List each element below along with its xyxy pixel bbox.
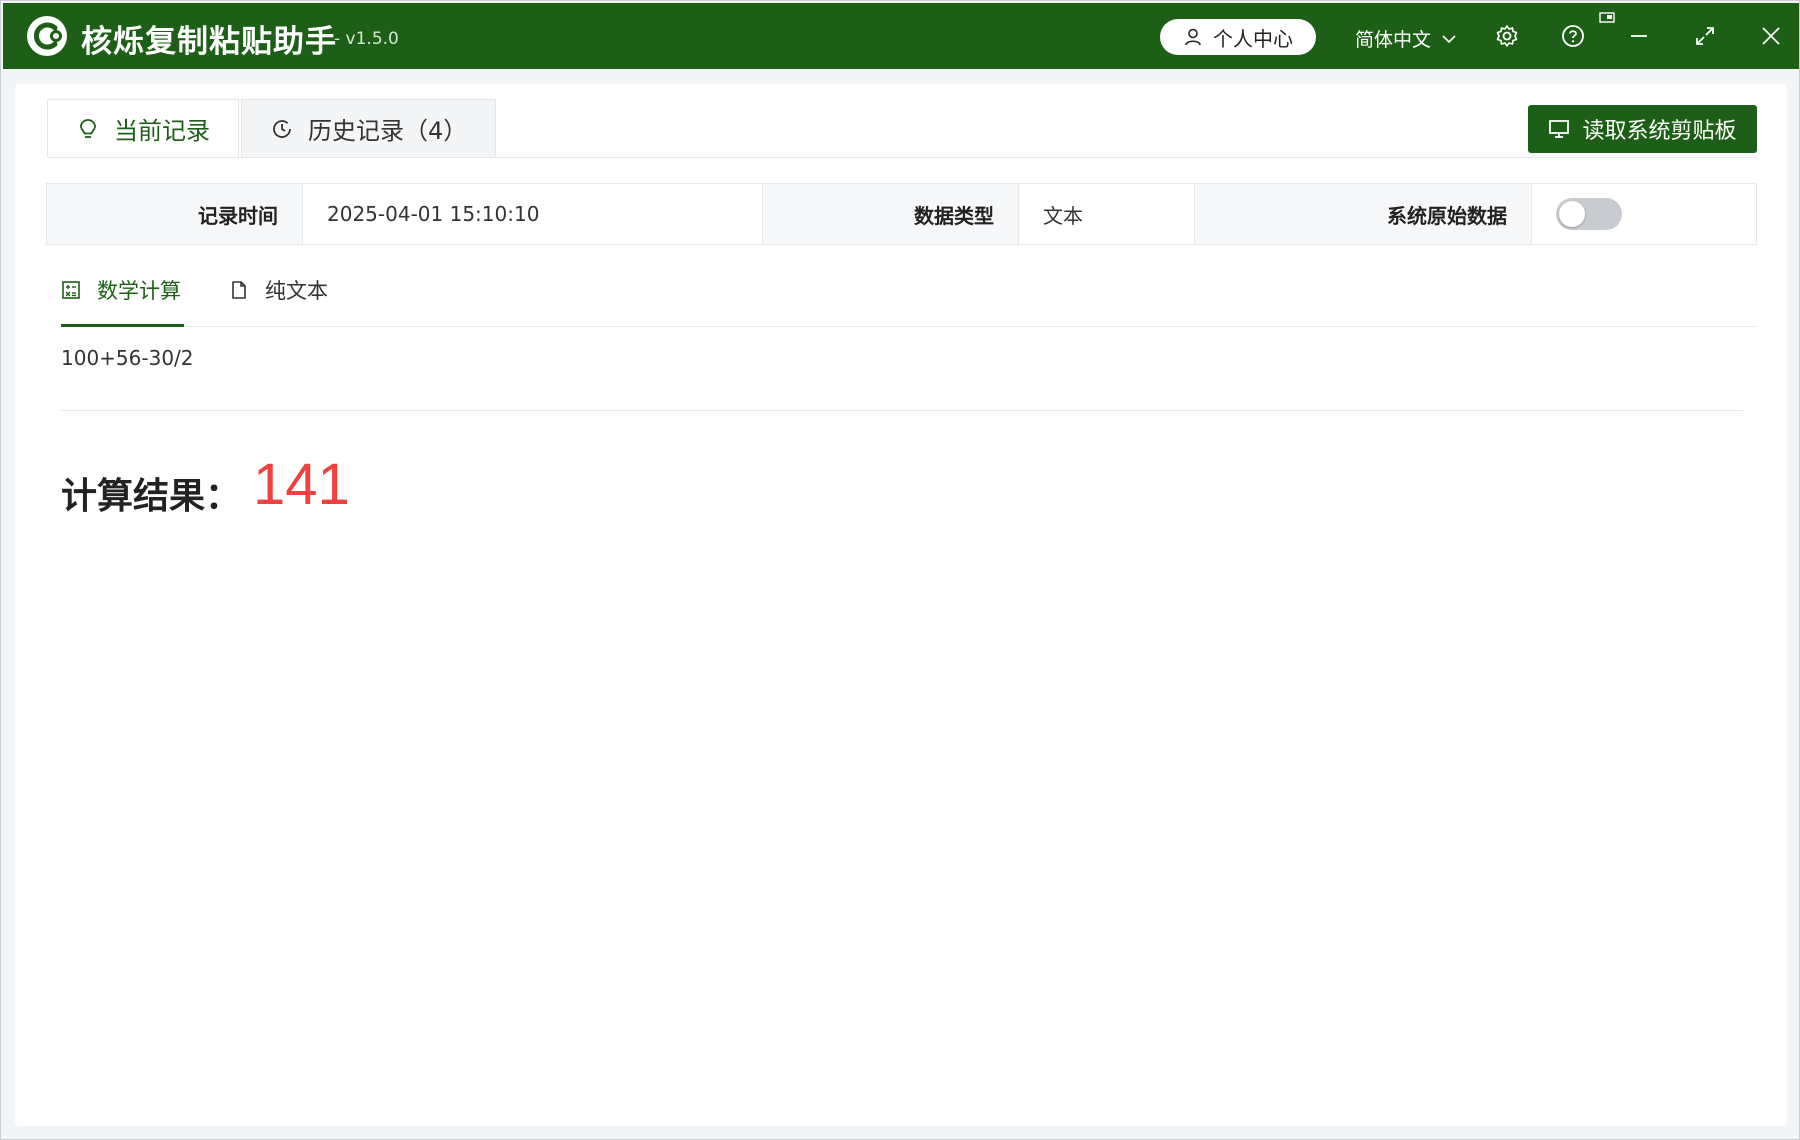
- raw-data-toggle-cell: [1532, 184, 1756, 244]
- clock-icon: [273, 119, 291, 138]
- language-label: 简体中文: [1355, 29, 1432, 51]
- expression-text: 100+56-30/2: [61, 346, 194, 370]
- title-bar: 核烁复制粘贴助手 - v1.5.0 个人中心 简体中文: [3, 3, 1799, 69]
- toggle-knob: [1559, 201, 1585, 227]
- tab-history-record-label: 历史记录（4）: [308, 117, 468, 145]
- expression-divider: [61, 410, 1743, 411]
- maximize-button[interactable]: [1692, 23, 1718, 49]
- subtab-math-label: 数学计算: [97, 279, 181, 303]
- data-type-value: 文本: [1019, 184, 1195, 244]
- user-center-label: 个人中心: [1213, 26, 1293, 51]
- main-panel: 当前记录 历史记录（4） 读取系统剪贴板 记录时间 2025-04-01 15:…: [15, 84, 1787, 1126]
- user-icon: [1185, 28, 1201, 46]
- app-version: - v1.5.0: [334, 29, 399, 49]
- subtabs-divider: [61, 326, 1757, 327]
- read-clipboard-label: 读取系统剪贴板: [1582, 119, 1737, 144]
- user-center-button[interactable]: 个人中心: [1160, 19, 1316, 55]
- tab-current-record[interactable]: 当前记录: [47, 99, 239, 157]
- minimize-button[interactable]: [1626, 23, 1652, 49]
- pin-icon[interactable]: [1599, 12, 1615, 24]
- help-icon: [1562, 25, 1584, 47]
- read-clipboard-button[interactable]: 读取系统剪贴板: [1528, 105, 1757, 153]
- monitor-icon: [1549, 120, 1570, 138]
- subtab-active-indicator: [61, 324, 184, 327]
- lightbulb-icon: [80, 118, 96, 138]
- raw-data-label: 系统原始数据: [1195, 184, 1532, 244]
- maximize-icon: [1696, 27, 1714, 45]
- record-time-label: 记录时间: [47, 184, 303, 244]
- record-info-table: 记录时间 2025-04-01 15:10:10 数据类型 文本 系统原始数据: [46, 183, 1757, 245]
- app-logo-icon: [27, 16, 67, 56]
- subtab-math[interactable]: 数学计算: [61, 269, 181, 311]
- minimize-icon: [1631, 35, 1647, 37]
- help-button[interactable]: [1560, 23, 1586, 49]
- document-icon: [232, 281, 246, 299]
- close-button[interactable]: [1758, 23, 1784, 49]
- record-tabs: 当前记录 历史记录（4）: [47, 99, 497, 157]
- app-title: 核烁复制粘贴助手: [81, 24, 337, 60]
- gear-icon: [1496, 25, 1518, 47]
- tabs-divider: [47, 157, 1757, 158]
- tab-history-record[interactable]: 历史记录（4）: [241, 99, 497, 157]
- view-subtabs: 数学计算 纯文本: [61, 269, 328, 311]
- calculator-icon: [62, 281, 80, 299]
- data-type-label: 数据类型: [763, 184, 1019, 244]
- app-window: 核烁复制粘贴助手 - v1.5.0 个人中心 简体中文 当前记录 历史记录（4）…: [0, 0, 1800, 1140]
- result-label: 计算结果：: [61, 476, 242, 517]
- raw-data-toggle[interactable]: [1556, 198, 1622, 230]
- subtab-plain-text-label: 纯文本: [265, 279, 328, 303]
- chevron-down-icon: [1442, 34, 1456, 43]
- subtab-plain-text[interactable]: 纯文本: [229, 269, 328, 311]
- language-select[interactable]: 简体中文: [1355, 25, 1457, 52]
- result-value: 141: [253, 452, 350, 517]
- settings-button[interactable]: [1494, 23, 1520, 49]
- close-icon: [1762, 27, 1780, 45]
- record-time-value: 2025-04-01 15:10:10: [303, 184, 763, 244]
- tab-current-record-label: 当前记录: [114, 117, 210, 145]
